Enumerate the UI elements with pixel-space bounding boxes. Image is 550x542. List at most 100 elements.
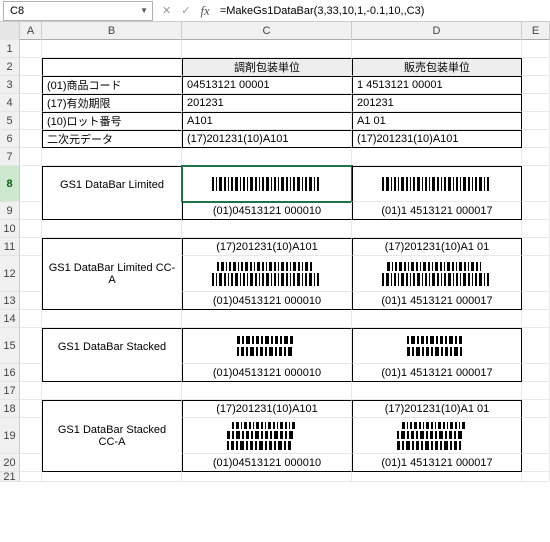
cell[interactable]: [352, 310, 522, 328]
cell[interactable]: [522, 382, 550, 400]
cell[interactable]: A1 01: [352, 112, 522, 130]
cell[interactable]: [20, 454, 42, 472]
cell[interactable]: [20, 148, 42, 166]
cell[interactable]: [20, 382, 42, 400]
cell[interactable]: [352, 382, 522, 400]
cell[interactable]: [522, 364, 550, 382]
row-header[interactable]: 16: [0, 364, 20, 382]
cell[interactable]: [20, 220, 42, 238]
cell[interactable]: [182, 418, 352, 454]
cell[interactable]: (17)201231(10)A1 01: [352, 400, 522, 418]
cell[interactable]: [352, 40, 522, 58]
cell[interactable]: [352, 418, 522, 454]
cell[interactable]: [182, 220, 352, 238]
cell[interactable]: [20, 76, 42, 94]
name-box[interactable]: C8 ▼: [3, 1, 153, 21]
row-header[interactable]: 17: [0, 382, 20, 400]
cell[interactable]: [42, 454, 182, 472]
row-header[interactable]: 11: [0, 238, 20, 256]
cell[interactable]: (01)1 4513121 000017: [352, 454, 522, 472]
row-header[interactable]: 13: [0, 292, 20, 310]
formula-input[interactable]: [216, 4, 550, 18]
cell[interactable]: [20, 58, 42, 76]
cell[interactable]: [522, 400, 550, 418]
cell[interactable]: [42, 382, 182, 400]
accept-icon[interactable]: ✓: [181, 4, 190, 17]
cell[interactable]: 二次元データ: [42, 130, 182, 148]
col-header[interactable]: B: [42, 22, 182, 40]
row-header[interactable]: 3: [0, 76, 20, 94]
cell[interactable]: 1 4513121 00001: [352, 76, 522, 94]
cell[interactable]: [42, 292, 182, 310]
column-headers[interactable]: A B C D E: [0, 22, 550, 40]
cell[interactable]: [522, 40, 550, 58]
cell[interactable]: A101: [182, 112, 352, 130]
cell[interactable]: GS1 DataBar Stacked: [42, 328, 182, 364]
cell[interactable]: [352, 256, 522, 292]
cell[interactable]: [522, 328, 550, 364]
col-header[interactable]: C: [182, 22, 352, 40]
cell[interactable]: [20, 418, 42, 454]
spreadsheet-grid[interactable]: A B C D E 1 2 調剤包装単位 販売包装単位 3 (01)商品コード …: [0, 22, 550, 482]
cell[interactable]: [522, 76, 550, 94]
cell[interactable]: [522, 472, 550, 482]
cell[interactable]: [522, 130, 550, 148]
cell[interactable]: [522, 202, 550, 220]
cell[interactable]: [20, 166, 42, 202]
row-header[interactable]: 20: [0, 454, 20, 472]
cell[interactable]: [522, 94, 550, 112]
cell[interactable]: GS1 DataBar Limited CC-A: [42, 256, 182, 292]
row-header[interactable]: 4: [0, 94, 20, 112]
cell[interactable]: (17)201231(10)A101: [352, 130, 522, 148]
row-header[interactable]: 2: [0, 58, 20, 76]
row-header[interactable]: 19: [0, 418, 20, 454]
cell[interactable]: [522, 454, 550, 472]
row-header[interactable]: 5: [0, 112, 20, 130]
cell[interactable]: (01)商品コード: [42, 76, 182, 94]
cell[interactable]: [182, 382, 352, 400]
cell[interactable]: [522, 292, 550, 310]
cell[interactable]: [42, 220, 182, 238]
cell[interactable]: [42, 400, 182, 418]
cell[interactable]: (17)201231(10)A101: [182, 400, 352, 418]
cell[interactable]: (01)1 4513121 000017: [352, 292, 522, 310]
row-header[interactable]: 9: [0, 202, 20, 220]
cell[interactable]: (10)ロット番号: [42, 112, 182, 130]
col-header[interactable]: A: [20, 22, 42, 40]
row-header[interactable]: 6: [0, 130, 20, 148]
cell[interactable]: [352, 148, 522, 166]
col-header[interactable]: D: [352, 22, 522, 40]
row-header[interactable]: 21: [0, 472, 20, 482]
cell[interactable]: [182, 256, 352, 292]
row-header[interactable]: 8: [0, 166, 20, 202]
row-header[interactable]: 7: [0, 148, 20, 166]
cell[interactable]: [20, 130, 42, 148]
cell[interactable]: [20, 364, 42, 382]
cell[interactable]: [522, 256, 550, 292]
row-header[interactable]: 15: [0, 328, 20, 364]
cell[interactable]: [20, 256, 42, 292]
cell[interactable]: [20, 238, 42, 256]
active-cell[interactable]: [182, 166, 352, 202]
cell[interactable]: [352, 328, 522, 364]
cell[interactable]: 201231: [182, 94, 352, 112]
cell[interactable]: [20, 40, 42, 58]
cell[interactable]: GS1 DataBar Limited: [42, 166, 182, 202]
cells-area[interactable]: 1 2 調剤包装単位 販売包装単位 3 (01)商品コード 04513121 0…: [0, 40, 550, 482]
cell[interactable]: (01)04513121 000010: [182, 364, 352, 382]
cell[interactable]: [352, 220, 522, 238]
cell[interactable]: [352, 166, 522, 202]
cancel-icon[interactable]: ✕: [162, 4, 171, 17]
row-header[interactable]: 10: [0, 220, 20, 238]
cell[interactable]: [42, 40, 182, 58]
cell[interactable]: [42, 202, 182, 220]
cell[interactable]: [522, 310, 550, 328]
cell[interactable]: [20, 472, 42, 482]
fx-icon[interactable]: fx: [200, 3, 209, 19]
col-header[interactable]: E: [522, 22, 550, 40]
cell[interactable]: 04513121 00001: [182, 76, 352, 94]
cell[interactable]: [42, 148, 182, 166]
cell[interactable]: [522, 418, 550, 454]
cell[interactable]: (01)04513121 000010: [182, 292, 352, 310]
cell[interactable]: [42, 472, 182, 482]
